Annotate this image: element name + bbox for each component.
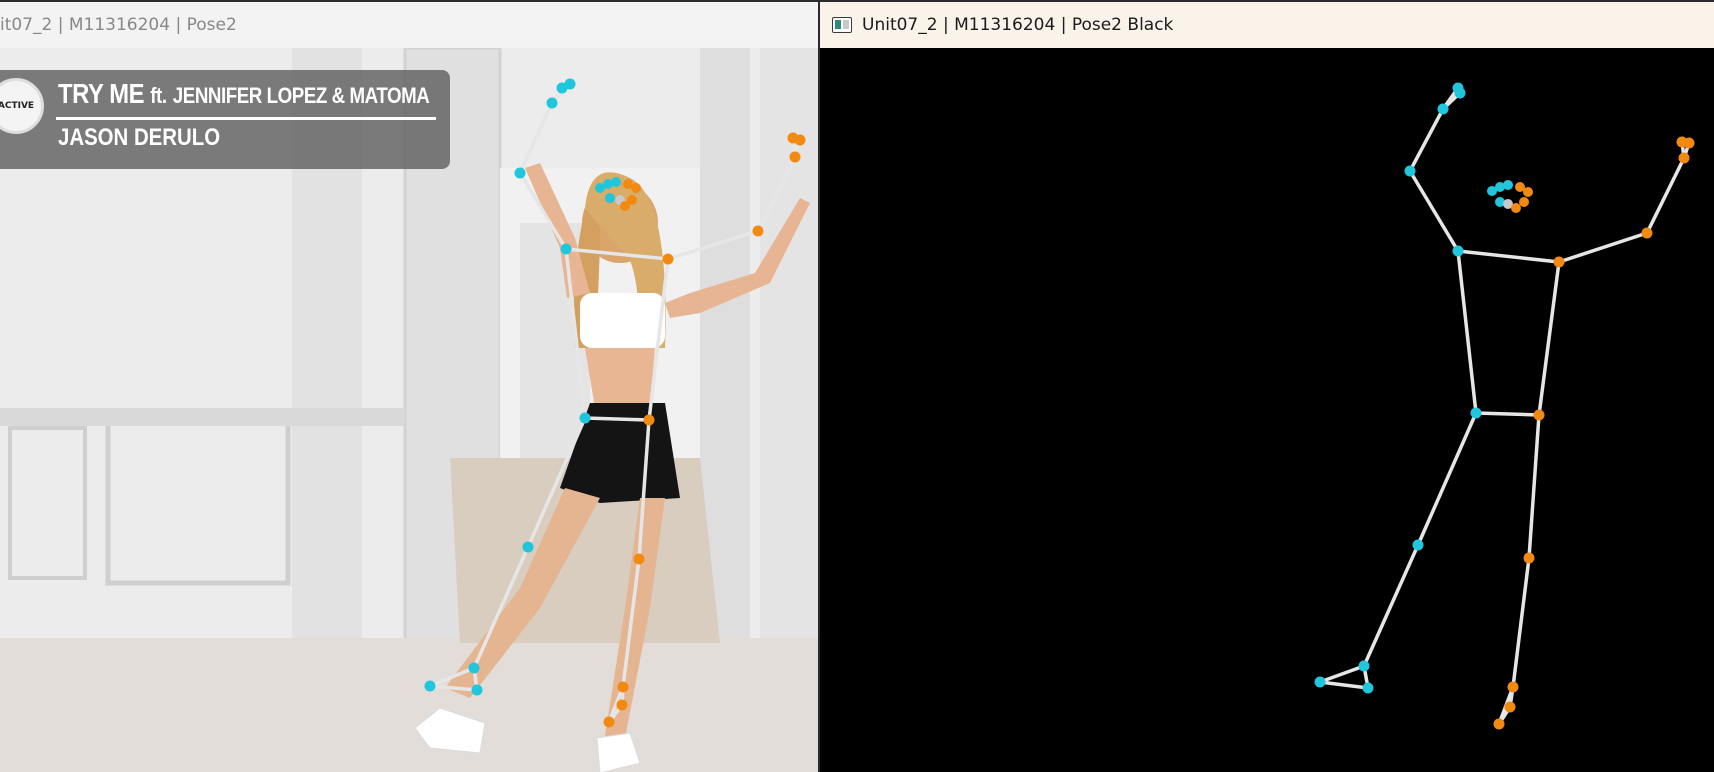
video-window-titlebar[interactable]: it07_2 | M11316204 | Pose2 (0, 0, 820, 48)
skeleton-bone (1456, 249, 1478, 415)
skeleton-bone (518, 171, 568, 251)
keypoint-Rkn (1523, 552, 1535, 564)
keypoint-Rto (1493, 718, 1505, 730)
keypoint-Lkn (1412, 539, 1424, 551)
keypoint-Lel (1404, 165, 1416, 177)
face-keypoint (1503, 180, 1513, 190)
black-canvas (820, 48, 1714, 772)
keypoint-Lkn (522, 541, 534, 553)
face-keypoint (1523, 187, 1533, 197)
skeleton-bone (621, 557, 641, 689)
keypoint-Lto (1362, 682, 1374, 694)
skeleton-bone (1408, 107, 1445, 173)
keypoint-Rhe (616, 699, 628, 711)
skeleton-bone (1537, 260, 1561, 417)
face-keypoint (1519, 197, 1529, 207)
skeleton-bone (647, 257, 670, 422)
skeleton-bone (1474, 411, 1541, 417)
face-keypoint (631, 183, 641, 193)
keypoint-Rel (1641, 227, 1653, 239)
keypoint-Rto (603, 716, 615, 728)
keypoint-Lwr (1437, 103, 1449, 115)
skeleton-bone (583, 416, 651, 422)
keypoint-Rkn (633, 553, 645, 565)
keypoint-Rh2 (787, 132, 799, 144)
skeleton-bone (428, 684, 479, 692)
keypoint-Rwr (1678, 152, 1690, 164)
skeleton-bone (428, 666, 476, 688)
black-pose-window[interactable]: Unit07_2 | M11316204 | Pose2 Black (818, 0, 1714, 772)
skeleton-bone (1408, 169, 1460, 253)
keypoint-Lan (468, 662, 480, 674)
skeleton-bone (1456, 249, 1561, 264)
black-window-titlebar[interactable]: Unit07_2 | M11316204 | Pose2 Black (820, 0, 1714, 48)
skeleton-bone (1318, 680, 1370, 690)
keypoint-Rhe (1504, 701, 1516, 713)
keypoint-Ran (1507, 681, 1519, 693)
skeleton-bone (1511, 556, 1531, 689)
keypoint-Lto (471, 684, 483, 696)
keypoint-Ran (617, 681, 629, 693)
skeleton-bone (637, 418, 651, 561)
keypoint-Rsh (662, 253, 674, 265)
keypoint-Lsh (560, 243, 572, 255)
skeleton-bone (564, 247, 587, 420)
skeleton-bone (564, 247, 670, 261)
video-pose-window[interactable]: it07_2 | M11316204 | Pose2 ACTIVE TRY ME… (0, 0, 820, 772)
skeleton-bone (1318, 664, 1366, 684)
black-window-title: Unit07_2 | M11316204 | Pose2 Black (862, 15, 1174, 35)
keypoint-Rh2 (1676, 136, 1688, 148)
keypoint-Lel (514, 167, 526, 179)
face-keypoint (605, 193, 615, 203)
keypoint-Lhp (1470, 407, 1482, 419)
skeleton-bone (1416, 411, 1478, 547)
keypoint-Rhp (1533, 409, 1545, 421)
keypoint-Lhp (579, 412, 591, 424)
app-window-icon (832, 17, 852, 33)
skeleton-bone (472, 545, 530, 670)
keypoint-Lhe (424, 680, 436, 692)
keypoint-Rwr (789, 151, 801, 163)
skeleton-bone (518, 101, 554, 175)
keypoint-Lwr (546, 97, 558, 109)
skeleton-bone (1362, 543, 1420, 668)
video-window-title: it07_2 | M11316204 | Pose2 (0, 15, 237, 35)
skeleton-bone (1527, 413, 1541, 560)
skeleton-bone (756, 155, 797, 233)
keypoint-Lh2 (556, 82, 568, 94)
keypoint-Rsh (1553, 256, 1565, 268)
face-keypoint (627, 195, 637, 205)
pose-skeleton-black (1314, 82, 1695, 730)
keypoint-Rel (752, 225, 764, 237)
keypoint-Rhp (643, 414, 655, 426)
skeleton-bone (1645, 156, 1686, 235)
skeleton-bone (666, 229, 760, 261)
skeleton-bone (526, 416, 587, 549)
keypoint-Lh2 (1454, 87, 1466, 99)
video-frame: ACTIVE TRY ME ft. JENNIFER LOPEZ & MATOM… (0, 48, 820, 772)
keypoint-Lsh (1452, 245, 1464, 257)
face-keypoint (611, 177, 621, 187)
face-keypoint (1511, 203, 1521, 213)
keypoint-Lan (1358, 660, 1370, 672)
pose-skeleton-overlay (424, 78, 806, 728)
keypoint-Lhe (1314, 676, 1326, 688)
skeleton-bone (1557, 231, 1649, 264)
